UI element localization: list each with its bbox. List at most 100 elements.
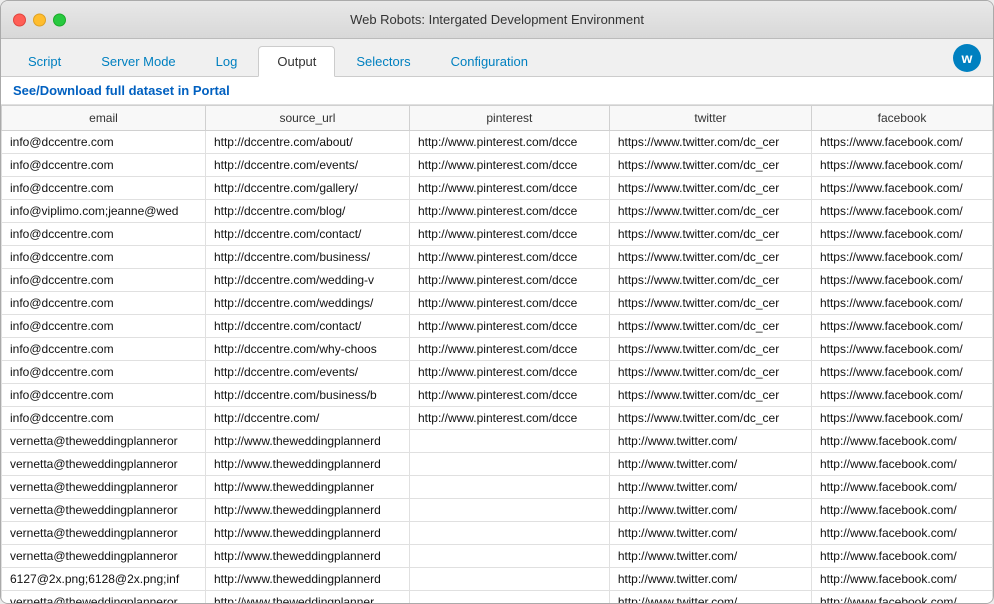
main-window: Web Robots: Intergated Development Envir… (0, 0, 994, 604)
table-cell: https://www.facebook.com/ (811, 361, 992, 384)
col-source-url: source_url (205, 106, 409, 131)
table-row: vernetta@theweddingplanneror http://www.t… (2, 591, 993, 604)
minimize-button[interactable] (33, 13, 46, 26)
table-cell: http://www.pinterest.com/dcce (409, 131, 609, 154)
table-cell: info@viplimo.com;jeanne@wed (2, 200, 206, 223)
table-cell: http://www.twitter.com/ (609, 499, 811, 522)
table-row: info@dccentre.comhttp://dccentre.com/wed… (2, 269, 993, 292)
table-cell: http://dccentre.com/ (205, 407, 409, 430)
table-cell (409, 545, 609, 568)
table-cell: http://dccentre.com/wedding-v (205, 269, 409, 292)
table-cell: https://www.twitter.com/dc_cer (609, 154, 811, 177)
table-cell: https://www.facebook.com/ (811, 384, 992, 407)
table-cell: http://www.pinterest.com/dcce (409, 177, 609, 200)
table-row: vernetta@theweddingplannerorhttp://www.t… (2, 522, 993, 545)
table-cell: info@dccentre.com (2, 131, 206, 154)
tab-configuration[interactable]: Configuration (432, 46, 547, 76)
table-cell: http://dccentre.com/weddings/ (205, 292, 409, 315)
table-cell: http://www.facebook.com/ (811, 522, 992, 545)
table-cell (409, 568, 609, 591)
table-cell: http://www.facebook.com/ (811, 568, 992, 591)
table-cell: info@dccentre.com (2, 269, 206, 292)
table-cell: https://www.facebook.com/ (811, 154, 992, 177)
table-cell: http://www.pinterest.com/dcce (409, 384, 609, 407)
table-cell: https://www.facebook.com/ (811, 338, 992, 361)
table-cell: http://dccentre.com/events/ (205, 154, 409, 177)
table-cell: info@dccentre.com (2, 246, 206, 269)
table-cell: https://www.twitter.com/dc_cer (609, 361, 811, 384)
table-cell: https://www.twitter.com/dc_cer (609, 269, 811, 292)
close-button[interactable] (13, 13, 26, 26)
table-row: info@viplimo.com;jeanne@wedhttp://dccent… (2, 200, 993, 223)
table-cell: https://www.facebook.com/ (811, 315, 992, 338)
col-facebook: facebook (811, 106, 992, 131)
table-cell: http://www.twitter.com/ (609, 476, 811, 499)
table-row: vernetta@theweddingplannerorhttp://www.t… (2, 476, 993, 499)
table-cell: 6127@2x.png;6128@2x.png;inf (2, 568, 206, 591)
table-cell: http://dccentre.com/business/b (205, 384, 409, 407)
title-bar: Web Robots: Intergated Development Envir… (1, 1, 993, 39)
table-cell: https://www.twitter.com/dc_cer (609, 131, 811, 154)
table-cell: http://www.twitter.com/ (609, 591, 811, 604)
table-cell: http://www.twitter.com/ (609, 453, 811, 476)
window-title: Web Robots: Intergated Development Envir… (350, 12, 644, 27)
wr-icon: w (953, 44, 981, 72)
table-cell: http://www.twitter.com/ (609, 430, 811, 453)
table-cell (409, 522, 609, 545)
table-cell: http://www.pinterest.com/dcce (409, 269, 609, 292)
table-cell: vernetta@theweddingplanneror (2, 545, 206, 568)
table-cell: http://www.facebook.com/ (811, 430, 992, 453)
table-cell: https://www.twitter.com/dc_cer (609, 407, 811, 430)
tab-server-mode[interactable]: Server Mode (82, 46, 194, 76)
table-cell: https://www.twitter.com/dc_cer (609, 200, 811, 223)
table-cell: http://www.pinterest.com/dcce (409, 200, 609, 223)
tab-output[interactable]: Output (258, 46, 335, 77)
table-row: info@dccentre.comhttp://dccentre.com/eve… (2, 361, 993, 384)
traffic-lights (13, 13, 66, 26)
table-body: info@dccentre.comhttp://dccentre.com/abo… (2, 131, 993, 604)
table-row: info@dccentre.comhttp://dccentre.com/eve… (2, 154, 993, 177)
table-cell: vernetta@theweddingplanneror (2, 430, 206, 453)
table-cell: http://www.facebook.com/ (811, 545, 992, 568)
table-cell: https://www.twitter.com/dc_cer (609, 338, 811, 361)
table-cell: http://www.facebook.com/ (811, 453, 992, 476)
table-cell: http://www.facebook.com/ (811, 499, 992, 522)
data-table: email source_url pinterest twitter faceb… (1, 105, 993, 603)
table-cell (409, 499, 609, 522)
table-header-row: email source_url pinterest twitter faceb… (2, 106, 993, 131)
table-wrapper[interactable]: email source_url pinterest twitter faceb… (1, 105, 993, 603)
table-cell: info@dccentre.com (2, 292, 206, 315)
table-row: info@dccentre.comhttp://dccentre.com/con… (2, 223, 993, 246)
table-row: info@dccentre.comhttp://dccentre.com/htt… (2, 407, 993, 430)
table-cell: https://www.facebook.com/ (811, 177, 992, 200)
tab-selectors[interactable]: Selectors (337, 46, 429, 76)
maximize-button[interactable] (53, 13, 66, 26)
table-cell: vernetta@theweddingplanneror (2, 591, 206, 604)
tab-log[interactable]: Log (197, 46, 257, 76)
table-cell: https://www.facebook.com/ (811, 407, 992, 430)
table-cell: https://www.facebook.com/ (811, 131, 992, 154)
table-cell: info@dccentre.com (2, 384, 206, 407)
table-row: info@dccentre.comhttp://dccentre.com/bus… (2, 384, 993, 407)
table-cell: https://www.twitter.com/dc_cer (609, 177, 811, 200)
table-cell: http://www.theweddingplannerd (205, 499, 409, 522)
table-cell: http://www.pinterest.com/dcce (409, 315, 609, 338)
table-cell: http://www.twitter.com/ (609, 545, 811, 568)
table-cell: https://www.twitter.com/dc_cer (609, 246, 811, 269)
table-row: info@dccentre.comhttp://dccentre.com/gal… (2, 177, 993, 200)
table-cell: http://www.pinterest.com/dcce (409, 407, 609, 430)
table-cell: info@dccentre.com (2, 177, 206, 200)
table-row: vernetta@theweddingplanneror http://www.t… (2, 545, 993, 568)
portal-link[interactable]: See/Download full dataset in Portal (13, 83, 230, 98)
table-row: info@dccentre.comhttp://dccentre.com/why… (2, 338, 993, 361)
tab-script[interactable]: Script (9, 46, 80, 76)
table-cell (409, 430, 609, 453)
tab-bar: Script Server Mode Log Output Selectors … (1, 39, 993, 77)
table-cell: https://www.facebook.com/ (811, 200, 992, 223)
table-cell: https://www.twitter.com/dc_cer (609, 223, 811, 246)
table-cell: http://dccentre.com/contact/ (205, 315, 409, 338)
table-cell: http://www.theweddingplannerd (205, 568, 409, 591)
table-cell (409, 476, 609, 499)
table-row: 6127@2x.png;6128@2x.png;infhttp://www.th… (2, 568, 993, 591)
table-row: vernetta@theweddingplanneror http://www.t… (2, 430, 993, 453)
